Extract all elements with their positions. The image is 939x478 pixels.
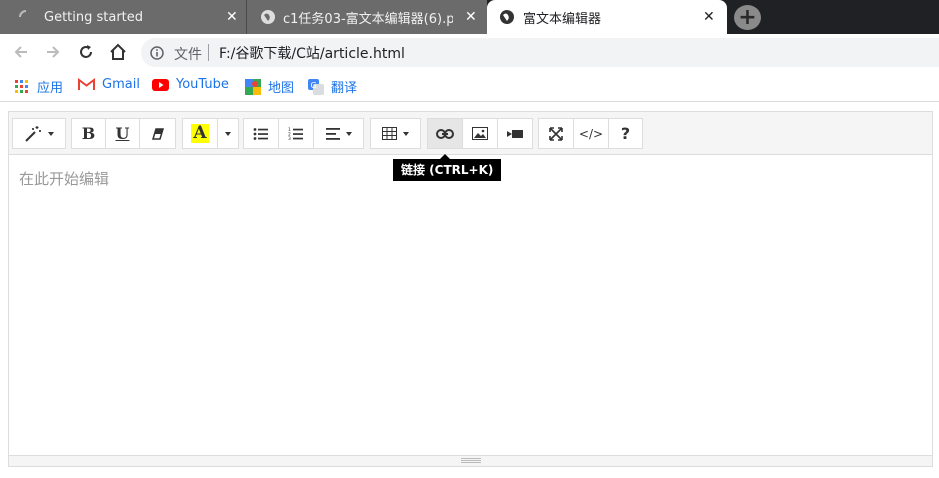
close-icon[interactable]: ✕ bbox=[703, 10, 715, 24]
youtube-icon bbox=[152, 78, 169, 91]
video-button[interactable] bbox=[497, 118, 533, 149]
arrow-left-icon bbox=[14, 46, 27, 58]
url-text[interactable]: F:/谷歌下载/C站/article.html bbox=[219, 43, 405, 63]
tab-rich-text-editor[interactable]: 富文本编辑器 ✕ bbox=[487, 0, 727, 34]
font-color-dropdown-button[interactable] bbox=[217, 118, 239, 149]
unordered-list-button[interactable] bbox=[243, 118, 279, 149]
font-color-button[interactable]: A bbox=[182, 118, 218, 149]
bookmark-label: 地图 bbox=[268, 81, 295, 96]
forward-button[interactable] bbox=[41, 40, 65, 64]
video-icon bbox=[507, 129, 523, 138]
tab-title: 富文本编辑器 bbox=[523, 11, 602, 27]
bookmark-translate[interactable]: G 翻译 bbox=[308, 77, 357, 96]
editor-toolbar: B U A 123 </> ? bbox=[9, 112, 932, 155]
numbered-list-icon: 123 bbox=[288, 127, 303, 141]
fullscreen-button[interactable] bbox=[538, 118, 574, 149]
tab-title: Getting started bbox=[44, 9, 144, 25]
tab-title: c1任务03-富文本编辑器(6).pdf bbox=[283, 11, 453, 27]
url-scheme: 文件 bbox=[174, 47, 202, 63]
link-tooltip: 链接 (CTRL+K) bbox=[393, 154, 502, 181]
bookmark-maps[interactable]: 地图 bbox=[245, 77, 294, 96]
loading-spinner-icon bbox=[18, 9, 34, 29]
address-bar[interactable]: 文件 F:/谷歌下载/C站/article.html bbox=[141, 38, 939, 67]
editor-placeholder: 在此开始编辑 bbox=[19, 170, 110, 188]
home-button[interactable] bbox=[106, 40, 130, 64]
bold-button[interactable]: B bbox=[71, 118, 106, 149]
back-button[interactable] bbox=[9, 40, 33, 64]
image-button[interactable] bbox=[462, 118, 498, 149]
tab-pdf[interactable]: c1任务03-富文本编辑器(6).pdf ✕ bbox=[246, 0, 487, 34]
caret-down-icon bbox=[225, 131, 231, 136]
info-icon[interactable] bbox=[150, 45, 164, 64]
bullet-list-icon bbox=[253, 127, 268, 140]
bookmark-label: 应用 bbox=[37, 81, 64, 96]
bookmark-label: 翻译 bbox=[331, 81, 358, 96]
caret-down-icon bbox=[345, 131, 352, 136]
reload-button[interactable] bbox=[74, 40, 98, 64]
table-dropdown-button[interactable] bbox=[370, 118, 421, 149]
font-color-letter: A bbox=[191, 123, 209, 143]
close-icon[interactable]: ✕ bbox=[226, 10, 238, 24]
bookmark-youtube[interactable]: YouTube bbox=[152, 77, 229, 92]
tab-strip: Getting started ✕ c1任务03-富文本编辑器(6).pdf ✕… bbox=[0, 0, 939, 34]
resize-grip-icon[interactable] bbox=[461, 458, 481, 463]
clear-format-button[interactable] bbox=[139, 118, 176, 149]
svg-text:3: 3 bbox=[288, 136, 291, 141]
style-dropdown-button[interactable] bbox=[12, 118, 66, 149]
home-icon bbox=[110, 43, 126, 60]
align-left-icon bbox=[325, 127, 340, 140]
translate-icon: G bbox=[308, 78, 324, 95]
globe-icon bbox=[499, 9, 515, 29]
gmail-icon bbox=[78, 78, 95, 91]
resize-bar[interactable] bbox=[9, 455, 932, 466]
close-icon[interactable]: ✕ bbox=[465, 10, 477, 24]
bookmark-label: Gmail bbox=[102, 77, 140, 92]
table-icon bbox=[382, 127, 397, 140]
edit-area[interactable]: 在此开始编辑 bbox=[9, 156, 932, 455]
apps-grid-icon bbox=[14, 79, 30, 95]
reload-icon bbox=[80, 45, 92, 58]
eraser-icon bbox=[151, 127, 164, 140]
fullscreen-icon bbox=[549, 126, 563, 141]
tab-getting-started[interactable]: Getting started ✕ bbox=[0, 0, 246, 34]
code-view-button[interactable]: </> bbox=[573, 118, 609, 149]
caret-down-icon bbox=[48, 131, 54, 136]
arrow-right-icon bbox=[47, 46, 60, 58]
align-dropdown-button[interactable] bbox=[313, 118, 364, 149]
globe-icon bbox=[260, 9, 276, 29]
bookmark-apps[interactable]: 应用 bbox=[14, 77, 63, 96]
image-icon bbox=[472, 127, 488, 140]
ordered-list-button[interactable]: 123 bbox=[278, 118, 314, 149]
bookmarks-bar: 应用 Gmail YouTube 地图 G 翻译 bbox=[0, 70, 939, 102]
maps-icon bbox=[245, 78, 261, 95]
address-row: 文件 F:/谷歌下载/C站/article.html bbox=[0, 34, 939, 70]
link-button[interactable] bbox=[427, 118, 463, 149]
magic-wand-icon bbox=[25, 125, 41, 142]
svg-text:G: G bbox=[311, 81, 317, 90]
divider bbox=[208, 44, 209, 61]
new-tab-button[interactable]: + bbox=[734, 5, 761, 30]
bookmark-gmail[interactable]: Gmail bbox=[78, 77, 140, 92]
bookmark-label: YouTube bbox=[176, 77, 229, 92]
help-button[interactable]: ? bbox=[608, 118, 643, 149]
link-icon bbox=[436, 128, 454, 139]
underline-button[interactable]: U bbox=[105, 118, 140, 149]
caret-down-icon bbox=[403, 131, 409, 136]
